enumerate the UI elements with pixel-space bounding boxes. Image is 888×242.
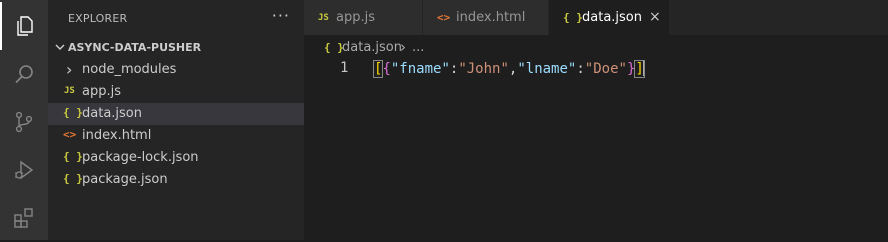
html-file-icon: <> <box>63 128 77 141</box>
tab-index-html[interactable]: <> index.html <box>423 0 548 35</box>
workspace-folder[interactable]: ASYNC-DATA-PUSHER <box>48 37 304 59</box>
json-file-icon: { } <box>63 150 83 163</box>
more-actions-icon[interactable]: ··· <box>272 6 290 25</box>
tree-item-node-modules[interactable]: › node_modules <box>48 59 304 81</box>
tree-item-label: data.json <box>82 106 142 121</box>
source-control-icon[interactable] <box>0 98 48 146</box>
json-key: "lname" <box>517 61 577 77</box>
tree-item-data-json[interactable]: { } data.json <box>48 103 304 125</box>
code-editor[interactable]: 1 [{"fname":"John","lname":"Doe"}] <box>304 59 888 79</box>
json-file-icon: { } <box>324 41 344 54</box>
json-file-icon: { } <box>63 106 83 119</box>
close-icon[interactable]: × <box>649 9 661 25</box>
text-cursor <box>642 60 645 76</box>
json-value: "John" <box>458 61 509 77</box>
line-number: 1 <box>340 60 349 76</box>
colon: : <box>576 61 585 77</box>
json-file-icon: { } <box>563 11 583 24</box>
tab-label: index.html <box>456 10 526 25</box>
tree-item-label: package.json <box>82 172 168 187</box>
chevron-right-icon: › <box>66 60 73 79</box>
html-file-icon: <> <box>437 11 451 24</box>
js-file-icon: JS <box>318 13 329 23</box>
tree-item-package-lock-json[interactable]: { } package-lock.json <box>48 147 304 169</box>
code-line[interactable]: [{"fname":"John","lname":"Doe"}] <box>372 60 645 78</box>
json-value: "Doe" <box>584 61 627 77</box>
workspace-folder-name: ASYNC-DATA-PUSHER <box>68 41 202 54</box>
breadcrumb: { } data.json › ... <box>304 37 888 59</box>
tree-item-label: node_modules <box>82 62 177 77</box>
json-file-icon: { } <box>63 172 83 185</box>
tab-app-js[interactable]: JS app.js <box>304 0 422 35</box>
tab-bar: JS app.js <> index.html { } data.json × <box>304 0 888 35</box>
tree-item-package-json[interactable]: { } package.json <box>48 169 304 191</box>
json-key: "fname" <box>390 61 450 77</box>
tab-label: data.json <box>582 10 642 25</box>
breadcrumb-more[interactable]: ... <box>412 40 424 55</box>
tree-item-label: app.js <box>82 84 121 99</box>
chevron-down-icon <box>52 39 68 59</box>
tree-item-label: package-lock.json <box>82 150 199 165</box>
tree-item-app-js[interactable]: JS app.js <box>48 81 304 103</box>
run-debug-icon[interactable] <box>0 146 48 194</box>
tab-label: app.js <box>336 10 375 25</box>
extensions-icon[interactable] <box>0 194 48 242</box>
tree-item-label: index.html <box>82 128 152 143</box>
explorer-header: EXPLORER ··· <box>48 0 304 35</box>
explorer-icon[interactable] <box>0 2 48 50</box>
breadcrumb-file[interactable]: data.json <box>342 40 402 55</box>
tree-item-index-html[interactable]: <> index.html <box>48 125 304 147</box>
open-brace: { <box>382 61 391 77</box>
editor-area: JS app.js <> index.html { } data.json × … <box>304 0 888 240</box>
chevron-right-icon: › <box>400 38 406 56</box>
explorer-panel: EXPLORER ··· ASYNC-DATA-PUSHER › node_mo… <box>48 0 304 240</box>
activity-bar <box>0 0 48 240</box>
explorer-title: EXPLORER <box>68 12 128 25</box>
search-icon[interactable] <box>0 50 48 98</box>
tab-data-json[interactable]: { } data.json × <box>549 0 669 35</box>
js-file-icon: JS <box>64 86 75 96</box>
